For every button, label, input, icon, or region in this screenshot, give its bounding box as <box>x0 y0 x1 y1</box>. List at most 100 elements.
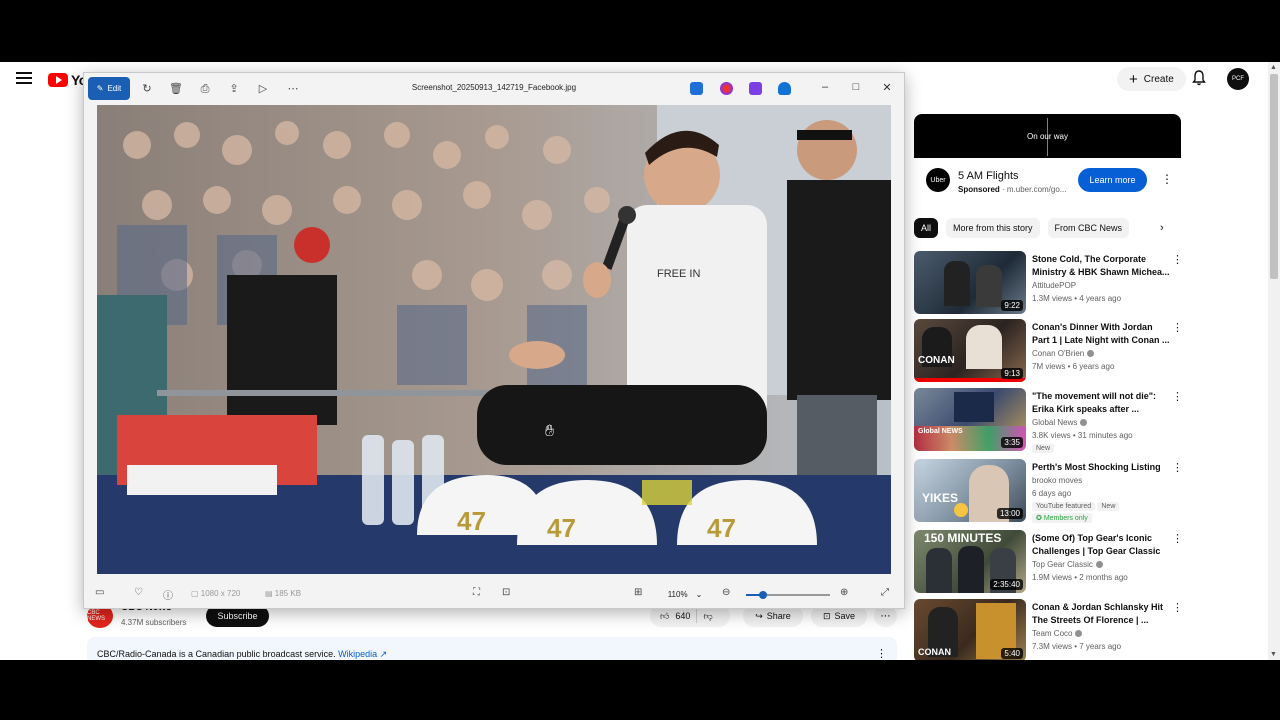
zoom-level-dropdown[interactable]: 110% ⌄ <box>656 584 714 604</box>
channel-name[interactable]: Team Coco <box>1032 629 1083 638</box>
more-options-icon[interactable]: ⋮ <box>1172 461 1183 474</box>
video-meta: 6 days ago <box>1032 489 1072 498</box>
video-thumbnail[interactable]: CONAN 9:13 <box>914 319 1026 382</box>
video-thumbnail[interactable]: YIKES 13:00 <box>914 459 1026 522</box>
photo-illustration: FREE IN 47 47 47 <box>97 105 891 574</box>
recommendation-item[interactable]: 9:22 Stone Cold, The Corporate Ministry … <box>914 251 1184 315</box>
channel-name[interactable]: AttitudePOP <box>1032 281 1076 290</box>
recommendation-item[interactable]: CONAN 5:40 Conan & Jordan Schlansky Hit … <box>914 599 1184 660</box>
channel-name-text: Conan O'Brien <box>1032 349 1085 358</box>
video-title[interactable]: Conan & Jordan Schlansky Hit The Streets… <box>1032 601 1170 627</box>
more-options-icon[interactable]: ⋮ <box>1172 601 1183 614</box>
fullscreen-icon[interactable]: ⤢ <box>881 587 889 598</box>
filmstrip-icon[interactable]: ▭ <box>95 587 104 598</box>
more-options-icon[interactable]: ⋮ <box>1172 532 1183 545</box>
like-count[interactable]: 640 <box>675 611 690 621</box>
favorite-heart-icon[interactable]: ♡ <box>134 587 143 598</box>
video-duration: 2:35:40 <box>990 579 1023 590</box>
channel-name[interactable]: Global News <box>1032 418 1088 427</box>
youtube-featured-badge: YouTube featured <box>1032 502 1096 511</box>
ad-url: m.uber.com/go... <box>1006 185 1067 194</box>
video-duration: 5:40 <box>1001 648 1023 659</box>
recommendation-item[interactable]: 150 MINUTES 2:35:40 (Some Of) Top Gear's… <box>914 530 1184 594</box>
more-options-icon[interactable]: ⋮ <box>1172 253 1183 266</box>
copilot-icon[interactable] <box>720 82 733 95</box>
external-link-icon: ↗ <box>379 649 388 659</box>
video-title[interactable]: "The movement will not die": Erika Kirk … <box>1032 390 1170 416</box>
chip-all[interactable]: All <box>914 218 939 238</box>
clipchamp-icon[interactable] <box>749 82 762 95</box>
zoom-in-icon[interactable]: ⊕ <box>840 587 848 598</box>
video-title[interactable]: Perth's Most Shocking Listing <box>1032 461 1170 474</box>
uber-logo: Uber <box>926 168 950 192</box>
create-button[interactable]: + Create <box>1117 67 1186 91</box>
recommendation-item[interactable]: YIKES 13:00 Perth's Most Shocking Listin… <box>914 459 1184 523</box>
more-options-icon[interactable]: ⋮ <box>1172 321 1183 334</box>
youtube-logo[interactable]: Yo <box>48 72 87 88</box>
cbc-logo-text: CBC NEWS <box>87 610 105 622</box>
menu-icon[interactable] <box>16 72 32 84</box>
info-more-icon[interactable]: ⋮ <box>876 647 887 660</box>
thumbnail-text: Global NEWS <box>918 428 963 435</box>
ad-banner[interactable]: On our way <box>914 114 1181 158</box>
thumbs-up-icon[interactable]: 👍︎ <box>660 611 669 622</box>
share-arrow-icon: ↪ <box>755 610 763 621</box>
zoom-out-icon[interactable]: ⊖ <box>722 587 730 598</box>
screen-capture-icon[interactable]: ⛶ <box>473 587 480 598</box>
thumbs-down-icon[interactable]: 👎︎ <box>703 611 712 622</box>
video-meta: 7.3M views • 7 years ago <box>1032 642 1122 651</box>
video-title[interactable]: Conan's Dinner With Jordan Part 1 | Late… <box>1032 321 1170 347</box>
new-badge: New <box>1097 502 1120 511</box>
zoom-slider-thumb[interactable] <box>758 591 767 599</box>
verified-check-icon <box>1087 350 1095 358</box>
account-avatar[interactable]: PCF <box>1227 68 1249 90</box>
video-thumbnail[interactable]: CONAN 5:40 <box>914 599 1026 660</box>
video-duration: 13:00 <box>996 508 1023 519</box>
visual-search-icon[interactable]: ⊡ <box>502 587 510 598</box>
badge-row: YouTube featured New <box>1032 501 1120 511</box>
photo-viewer-window[interactable]: ✎ Edit ↻ 🗑︎ ⎙ ⇪ ▷ ⋯ Screenshot_20250913_… <box>83 72 905 609</box>
save-label: Save <box>834 611 856 621</box>
video-meta: 1.3M views • 4 years ago <box>1032 294 1122 303</box>
subscriber-count: 4.37M subscribers <box>121 618 187 627</box>
notifications-bell-icon[interactable] <box>1192 70 1206 86</box>
members-only-badge: ✪ Members only <box>1032 513 1092 523</box>
youtube-play-icon <box>48 73 68 87</box>
chip-from-cbc-news[interactable]: From CBC News <box>1047 218 1130 238</box>
close-icon[interactable]: ✕ <box>880 81 894 94</box>
info-icon[interactable]: ⓘ <box>163 587 173 602</box>
recommendation-item[interactable]: Global NEWS 3:35 "The movement will not … <box>914 388 1184 453</box>
scroll-up-arrow-icon[interactable]: ▲ <box>1270 64 1277 71</box>
displayed-photo[interactable]: FREE IN 47 47 47 ✋︎ <box>97 105 891 574</box>
onedrive-icon[interactable] <box>778 82 791 95</box>
scroll-down-arrow-icon[interactable]: ▼ <box>1270 651 1277 658</box>
minimize-icon[interactable]: – <box>818 81 832 93</box>
scrollbar-thumb[interactable] <box>1270 74 1278 279</box>
ad-card[interactable]: Uber 5 AM Flights Sponsored · m.uber.com… <box>914 158 1181 202</box>
more-options-icon[interactable]: ⋮ <box>1172 390 1183 403</box>
fit-to-window-icon[interactable]: ⊞ <box>634 587 642 598</box>
thumbnail-text: YIKES <box>922 491 959 505</box>
recommendation-item[interactable]: CONAN 9:13 Conan's Dinner With Jordan Pa… <box>914 319 1184 383</box>
ad-more-options-icon[interactable]: ⋮ <box>1161 172 1173 186</box>
channel-name[interactable]: Conan O'Brien <box>1032 349 1095 358</box>
video-title[interactable]: (Some Of) Top Gear's Iconic Challenges |… <box>1032 532 1170 558</box>
hand-cursor-icon: ✋︎ <box>545 423 555 440</box>
page-scrollbar[interactable]: ▲ ▼ <box>1268 62 1280 660</box>
wikipedia-link[interactable]: Wikipedia <box>338 649 377 659</box>
video-thumbnail[interactable]: Global NEWS 3:35 <box>914 388 1026 451</box>
channel-name[interactable]: brooko moves <box>1032 476 1082 485</box>
chevron-right-icon[interactable]: › <box>1160 222 1164 234</box>
maximize-icon[interactable]: □ <box>849 81 863 93</box>
video-thumbnail[interactable]: 150 MINUTES 2:35:40 <box>914 530 1026 593</box>
zoom-slider[interactable] <box>746 591 830 599</box>
ad-banner-text: On our way <box>1027 131 1068 141</box>
video-title[interactable]: Stone Cold, The Corporate Ministry & HBK… <box>1032 253 1170 279</box>
designer-app-icon[interactable] <box>690 82 703 95</box>
chip-more-from-this-story[interactable]: More from this story <box>946 218 1040 238</box>
video-thumbnail[interactable]: 9:22 <box>914 251 1026 314</box>
video-duration: 3:35 <box>1001 437 1023 448</box>
learn-more-button[interactable]: Learn more <box>1078 168 1147 192</box>
cap-number-3: 47 <box>707 513 736 543</box>
channel-name[interactable]: Top Gear Classic <box>1032 560 1103 569</box>
